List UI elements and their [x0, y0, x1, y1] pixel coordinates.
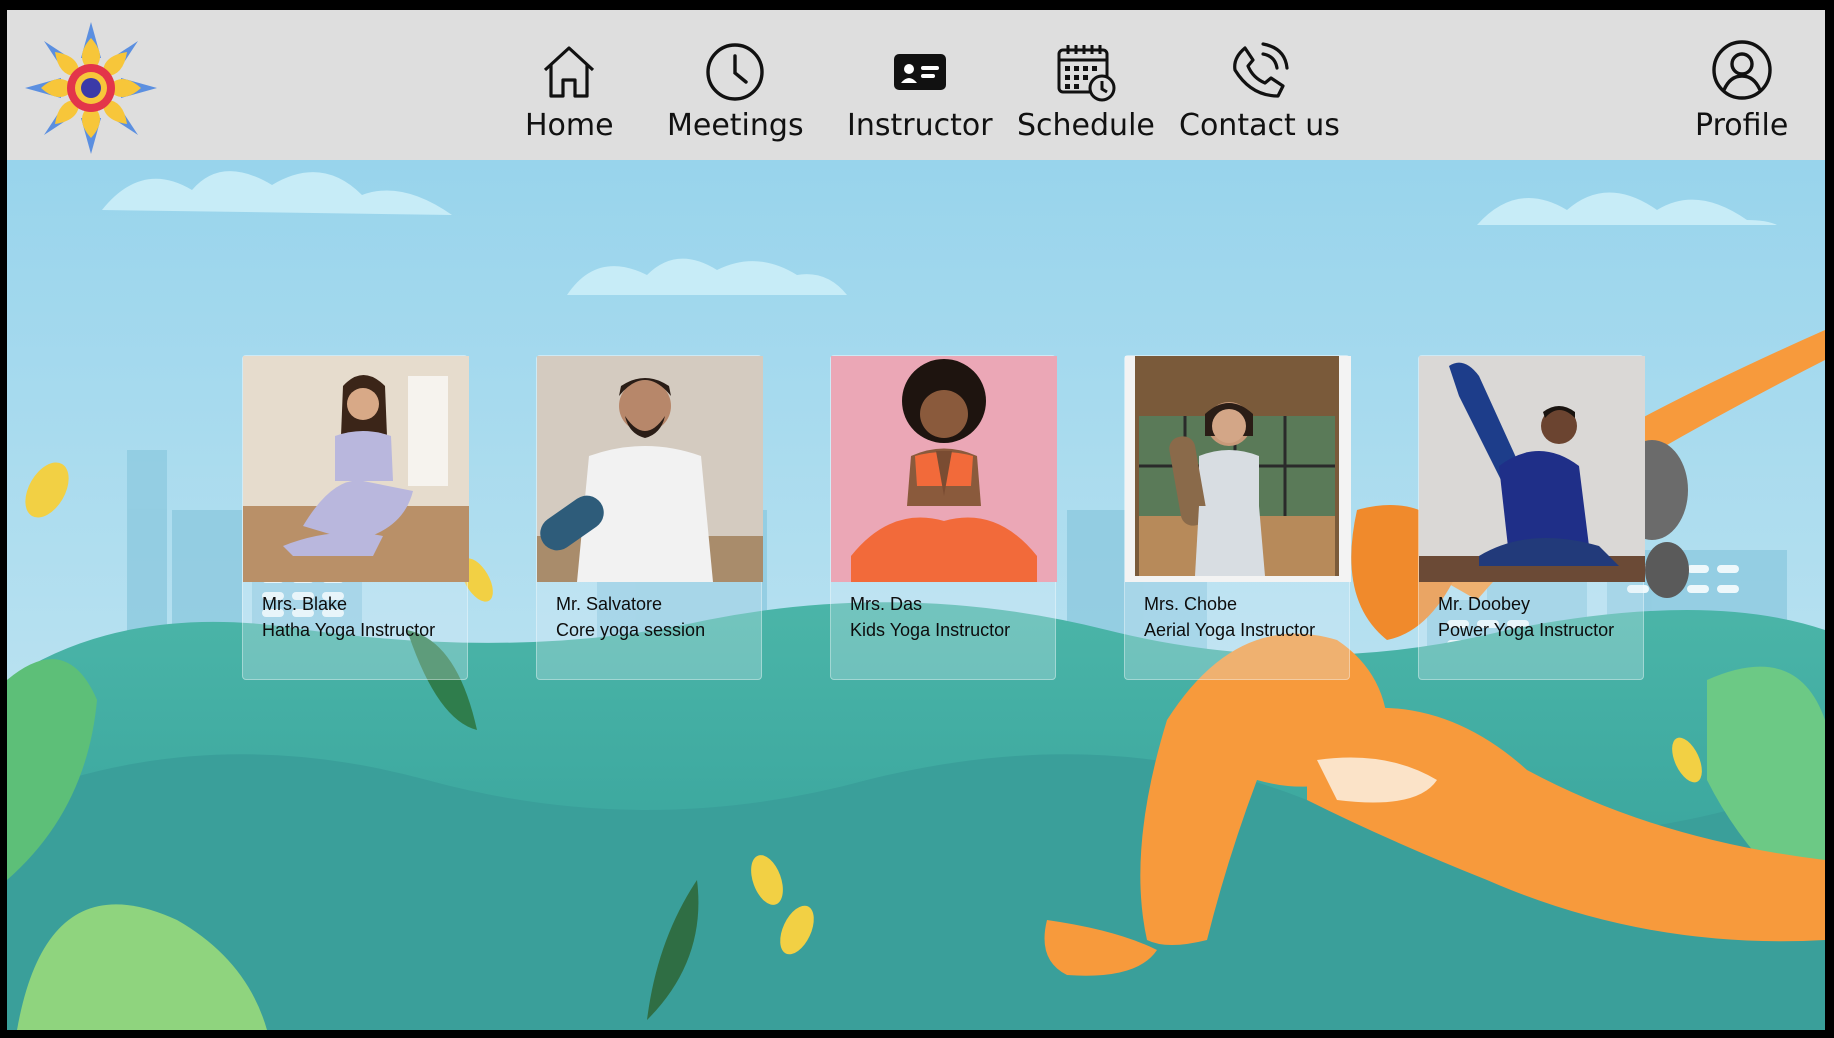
instructor-card[interactable]: Mr. Salvatore Core yoga session	[536, 355, 763, 680]
nav-schedule[interactable]: Schedule	[1017, 40, 1155, 143]
instructor-card[interactable]: Mrs. Blake Hatha Yoga Instructor	[242, 355, 469, 680]
nav-meetings[interactable]: Meetings	[667, 40, 804, 143]
instructor-photo	[1125, 356, 1351, 582]
nav-contact[interactable]: Contact us	[1179, 40, 1340, 143]
app-window: Home Meetings Instructor Schedule Contac…	[7, 10, 1825, 1030]
nav-instructor[interactable]: Instructor	[847, 40, 993, 143]
nav-meetings-label: Meetings	[667, 108, 804, 143]
instructor-role: Core yoga session	[556, 620, 706, 640]
clock-icon	[706, 43, 764, 101]
nav-profile-label: Profile	[1695, 108, 1789, 143]
instructor-name: Mrs. Chobe	[1144, 594, 1238, 614]
id-card-icon	[893, 54, 946, 90]
instructor-card[interactable]: Mrs. Das Kids Yoga Instructor	[830, 355, 1057, 680]
instructor-role: Power Yoga Instructor	[1438, 620, 1615, 640]
nav-contact-label: Contact us	[1179, 108, 1340, 143]
calendar-clock-icon	[1057, 45, 1116, 102]
home-icon	[544, 46, 595, 98]
nav-profile[interactable]: Profile	[1695, 38, 1788, 143]
instructor-role: Aerial Yoga Instructor	[1144, 620, 1316, 640]
user-circle-icon	[1711, 40, 1772, 100]
instructor-card[interactable]: Mrs. Chobe Aerial Yoga Instructor	[1124, 355, 1351, 680]
instructor-photo	[243, 356, 469, 582]
instructor-role: Kids Yoga Instructor	[850, 620, 1011, 640]
instructor-name: Mrs. Blake	[262, 594, 348, 614]
instructor-photo	[831, 356, 1057, 582]
nav-home-label: Home	[525, 108, 614, 143]
instructor-name: Mrs. Das	[850, 594, 922, 614]
instructor-role: Hatha Yoga Instructor	[262, 620, 436, 640]
flower-mandala-logo[interactable]	[21, 18, 161, 158]
nav-instructor-label: Instructor	[847, 108, 993, 143]
phone-icon	[1233, 42, 1290, 98]
instructor-photo	[1419, 356, 1645, 582]
nav-home[interactable]: Home	[525, 40, 614, 143]
instructor-name: Mr. Salvatore	[556, 594, 663, 614]
nav-schedule-label: Schedule	[1017, 108, 1155, 143]
instructor-photo	[537, 356, 763, 582]
top-navbar: Home Meetings Instructor Schedule Contac…	[7, 10, 1825, 160]
instructor-card[interactable]: Mr. Doobey Power Yoga Instructor	[1418, 355, 1645, 680]
instructor-name: Mr. Doobey	[1438, 594, 1531, 614]
